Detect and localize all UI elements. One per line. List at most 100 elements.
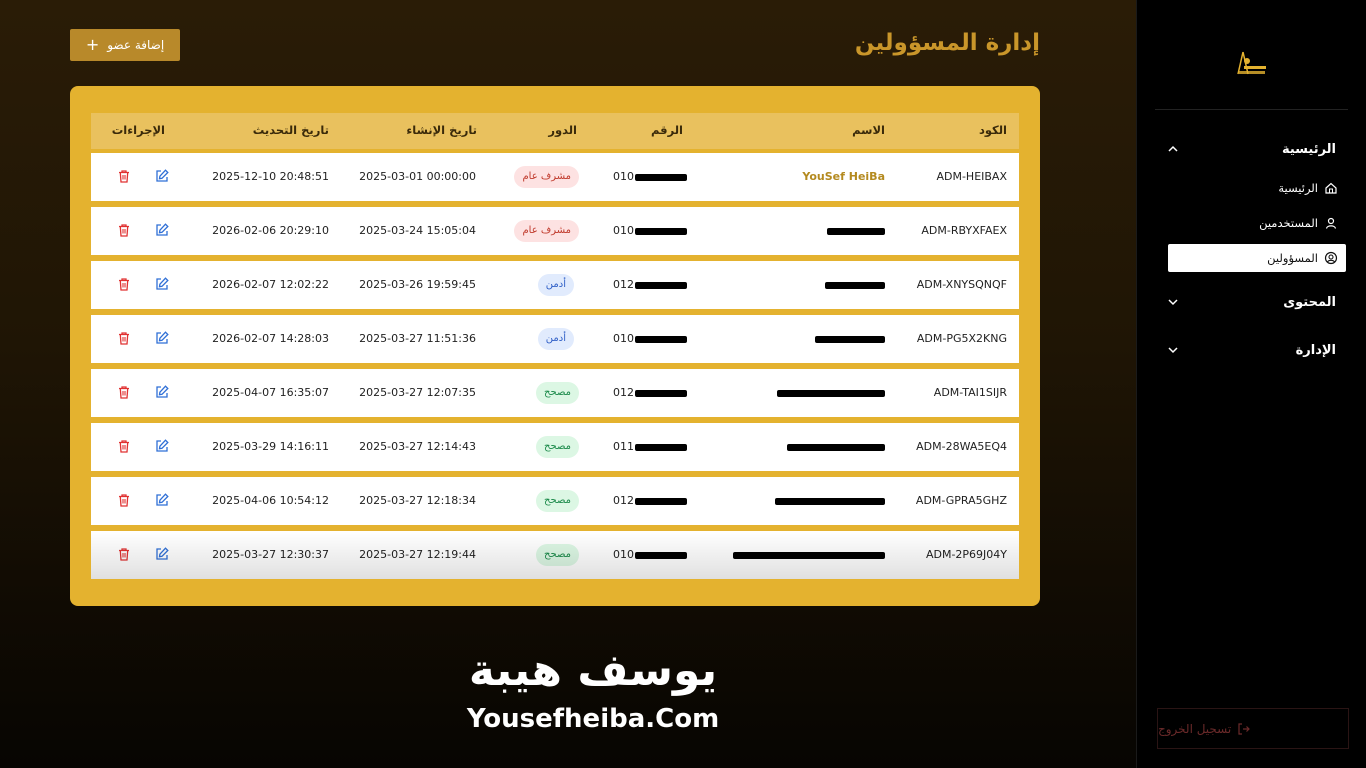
nav-section-label: الرئيسية xyxy=(1281,141,1336,157)
user-icon xyxy=(1325,217,1337,229)
admin-name-redacted xyxy=(787,440,885,453)
sidebar-item-home[interactable]: الرئيسية xyxy=(1168,174,1346,202)
table-row: ADM-2P69J04Y 010 مصحح 2025-03-27 12:19:44 20… xyxy=(91,531,1019,579)
admin-code: ADM-28WA5EQ4 xyxy=(916,440,1007,453)
edit-icon[interactable] xyxy=(154,438,170,454)
column-header-updated: تاريخ التحديث xyxy=(252,123,329,137)
updated-date: 2026-02-07 12:02:22 xyxy=(212,278,329,291)
admin-phone: 010 xyxy=(613,170,687,183)
created-date: 2025-03-27 12:18:34 xyxy=(359,494,476,507)
updated-date: 2025-03-27 12:30:37 xyxy=(212,548,329,561)
delete-icon[interactable] xyxy=(116,168,132,184)
updated-date: 2025-04-07 16:35:07 xyxy=(212,386,329,399)
table-row: ADM-RBYXFAEX 010 مشرف عام 2025-03-24 15:05:… xyxy=(91,207,1019,255)
created-date: 2025-03-27 12:19:44 xyxy=(359,548,476,561)
delete-icon[interactable] xyxy=(116,546,132,562)
admin-code: ADM-XNYSQNQF xyxy=(916,278,1007,291)
admins-table: الكود الاسم الرقم الدور تاريخ الإنشاء تا… xyxy=(70,86,1040,606)
sidebar-item-label: المسؤولين xyxy=(1267,251,1318,265)
updated-date: 2026-02-06 20:29:10 xyxy=(212,224,329,237)
add-member-button[interactable]: إضافة عضو + xyxy=(70,29,180,61)
plus-icon: + xyxy=(85,35,100,54)
column-header-actions: الإجراءات xyxy=(111,123,165,137)
sidebar-item-label: المستخدمين xyxy=(1259,216,1318,230)
admin-code: ADM-HEIBAX xyxy=(936,170,1007,183)
nav-section-label: الإدارة xyxy=(1295,342,1336,358)
created-date: 2025-03-01 00:00:00 xyxy=(359,170,476,183)
admin-code: ADM-RBYXFAEX xyxy=(921,224,1007,237)
table-row: ADM-XNYSQNQF 012 أدمن 2025-03-26 19:59:45 20… xyxy=(91,261,1019,309)
created-date: 2025-03-24 15:05:04 xyxy=(359,224,476,237)
nav-section-home[interactable]: الرئيسية xyxy=(1167,137,1336,161)
admin-phone: 010 xyxy=(613,548,687,561)
admin-code: ADM-GPRA5GHZ xyxy=(915,494,1007,507)
edit-icon[interactable] xyxy=(154,546,170,562)
created-date: 2025-03-27 12:14:43 xyxy=(359,440,476,453)
table-row: ADM-28WA5EQ4 011 مصحح 2025-03-27 12:14:43 20… xyxy=(91,423,1019,471)
admin-name: YouSef HeiBa xyxy=(802,170,885,183)
updated-date: 2025-12-10 20:48:51 xyxy=(212,170,329,183)
home-icon xyxy=(1325,182,1337,194)
role-badge: مصحح xyxy=(536,490,579,512)
role-badge: أدمن xyxy=(537,274,574,296)
admin-name-redacted xyxy=(775,494,885,507)
role-badge: مصحح xyxy=(536,382,579,404)
role-badge: مصحح xyxy=(536,544,579,566)
admin-name-redacted xyxy=(827,224,885,237)
page-title: إدارة المسؤولين xyxy=(854,30,1040,56)
sidebar-item-users[interactable]: المستخدمين xyxy=(1168,209,1346,237)
admin-phone: 010 xyxy=(613,332,687,345)
created-date: 2025-03-26 19:59:45 xyxy=(359,278,476,291)
table-row: ADM-HEIBAX YouSef HeiBa 010 مشرف عام 2025-03… xyxy=(91,153,1019,201)
admin-name-redacted xyxy=(733,548,885,561)
created-date: 2025-03-27 12:07:35 xyxy=(359,386,476,399)
delete-icon[interactable] xyxy=(116,222,132,238)
edit-icon[interactable] xyxy=(154,330,170,346)
edit-icon[interactable] xyxy=(154,168,170,184)
role-badge: مصحح xyxy=(536,436,579,458)
table-row: ADM-PG5X2KNG 010 أدمن 2025-03-27 11:51:36 20… xyxy=(91,315,1019,363)
table-row: ADM-TAI1SIJR 012 مصحح 2025-03-27 12:07:35 20… xyxy=(91,369,1019,417)
delete-icon[interactable] xyxy=(116,384,132,400)
column-header-created: تاريخ الإنشاء xyxy=(406,123,477,137)
watermark-english: Yousefheiba.Com xyxy=(466,704,720,734)
sidebar-item-label: الرئيسية xyxy=(1278,181,1318,195)
admin-name-redacted xyxy=(777,386,885,399)
admin-phone: 012 xyxy=(613,278,687,291)
role-badge: أدمن xyxy=(537,328,574,350)
sidebar-divider xyxy=(1155,109,1348,110)
chevron-down-icon xyxy=(1168,299,1178,306)
edit-icon[interactable] xyxy=(154,492,170,508)
sidebar-item-admins[interactable]: المسؤولين xyxy=(1168,244,1346,272)
role-badge: مشرف عام xyxy=(514,166,579,188)
watermark-arabic: يوسف هيبة xyxy=(468,645,718,696)
admin-code: ADM-PG5X2KNG xyxy=(916,332,1007,345)
column-header-phone: الرقم xyxy=(651,123,683,137)
role-badge: مشرف عام xyxy=(514,220,579,242)
delete-icon[interactable] xyxy=(116,276,132,292)
delete-icon[interactable] xyxy=(116,438,132,454)
column-header-name: الاسم xyxy=(852,123,885,137)
admin-name-redacted xyxy=(815,332,885,345)
updated-date: 2025-03-29 14:16:11 xyxy=(212,440,329,453)
edit-icon[interactable] xyxy=(154,384,170,400)
edit-icon[interactable] xyxy=(154,276,170,292)
logo xyxy=(1235,50,1269,78)
admin-phone: 011 xyxy=(613,440,687,453)
updated-date: 2025-04-06 10:54:12 xyxy=(212,494,329,507)
column-header-code: الكود xyxy=(978,123,1007,137)
chevron-down-icon xyxy=(1168,347,1178,354)
user-circle-icon xyxy=(1324,251,1338,265)
created-date: 2025-03-27 11:51:36 xyxy=(359,332,476,345)
edit-icon[interactable] xyxy=(154,222,170,238)
table-row: ADM-GPRA5GHZ 012 مصحح 2025-03-27 12:18:34 20… xyxy=(91,477,1019,525)
add-member-label: إضافة عضو xyxy=(107,38,165,52)
nav-section-management[interactable]: الإدارة xyxy=(1167,338,1336,362)
column-header-role: الدور xyxy=(548,123,577,137)
delete-icon[interactable] xyxy=(116,492,132,508)
delete-icon[interactable] xyxy=(116,330,132,346)
nav-section-content[interactable]: المحتوى xyxy=(1167,290,1336,314)
updated-date: 2026-02-07 14:28:03 xyxy=(212,332,329,345)
admin-code: ADM-2P69J04Y xyxy=(925,548,1007,561)
admin-phone: 010 xyxy=(613,224,687,237)
